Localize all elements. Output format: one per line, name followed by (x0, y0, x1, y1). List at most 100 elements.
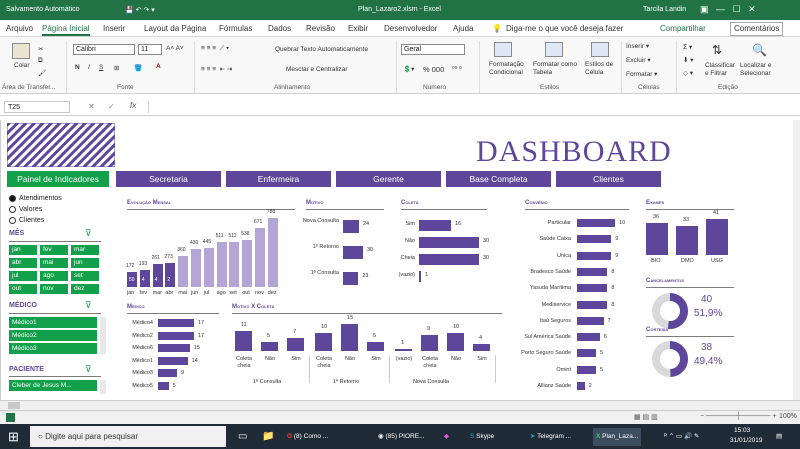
merge-center-button[interactable]: Mesclar e Centralizar (286, 66, 347, 73)
formula-input[interactable] (148, 101, 793, 113)
zoom-slider[interactable]: − ──────┼────── + (700, 413, 777, 420)
paciente-slicer-scrollbar[interactable] (100, 380, 106, 394)
tab-inserir[interactable]: Inserir (103, 24, 125, 33)
mes-filter-icon[interactable]: ⊽ (85, 228, 92, 239)
font-name-select[interactable]: Calibri (73, 44, 135, 55)
app-icon[interactable]: ◆ (444, 428, 449, 446)
mes-slicer-item[interactable]: fev (40, 245, 68, 255)
tab-formulas[interactable]: Fórmulas (219, 24, 252, 33)
tab-dados[interactable]: Dados (268, 24, 291, 33)
clear-icon[interactable]: ◇ ▾ (683, 69, 693, 77)
tab-ajuda[interactable]: Ajuda (453, 24, 473, 33)
tab-pagina-inicial[interactable]: Página Inicial (42, 24, 90, 36)
user-name[interactable]: Tarcila Landin (643, 6, 686, 13)
cell-styles-button[interactable]: Estilos de Célula (585, 61, 619, 77)
conditional-format-icon[interactable] (494, 42, 512, 57)
cut-icon[interactable]: ✂ (38, 45, 43, 53)
tab-revisao[interactable]: Revisão (306, 24, 335, 33)
vertical-scrollbar[interactable] (793, 120, 800, 400)
fill-icon[interactable]: ⬇ ▾ (683, 56, 694, 64)
fill-color-icon[interactable]: 🪣 (134, 64, 142, 72)
radio-button[interactable] (9, 217, 16, 224)
medico-slicer-scrollbar[interactable] (100, 317, 106, 354)
paciente-slicer-item[interactable]: Cleber de Jesus M... (9, 380, 97, 391)
comments-button[interactable]: Comentários (730, 22, 784, 36)
percent-button[interactable]: % 000 (423, 65, 444, 74)
medico-slicer-item[interactable]: Médico1 (9, 317, 97, 328)
find-select-button[interactable]: Localizar e Selecionar (740, 62, 784, 78)
nav-enfermeira-button[interactable]: Enfermeira (226, 171, 331, 187)
conditional-format-button[interactable]: Formatação Condicional (489, 61, 535, 77)
decimal-icon[interactable]: ⁰⁰ ⁰ (452, 65, 462, 73)
font-grow-icon[interactable]: A˄ A˅ (166, 45, 184, 52)
file-explorer-icon[interactable]: 📁 (262, 428, 274, 446)
taskbar-excel[interactable]: X Plan_Laza... (593, 428, 642, 446)
tab-desenvolvedor[interactable]: Desenvolvedor (384, 24, 437, 33)
format-table-button[interactable]: Formatar como Tabela (533, 61, 583, 77)
align-top-icon[interactable]: ≡ ≡ ≡ ⟋ ▾ (201, 45, 229, 53)
paciente-filter-icon[interactable]: ⊽ (85, 364, 92, 375)
insert-cells-button[interactable]: Inserir ▾ (626, 42, 649, 50)
paste-icon[interactable] (12, 43, 30, 59)
mes-slicer-item[interactable]: jul (9, 271, 37, 281)
cell-styles-icon[interactable] (591, 42, 609, 57)
tab-layout[interactable]: Layout da Página (144, 24, 206, 33)
delete-cells-button[interactable]: Excluir ▾ (626, 56, 651, 64)
radio-button[interactable] (9, 195, 16, 202)
window-controls-icon[interactable]: ▣ — ☐ ✕ (700, 4, 756, 15)
taskbar-search[interactable]: ○ Digite aqui para pesquisar (30, 426, 226, 447)
bold-button[interactable]: N (75, 64, 80, 71)
format-cells-button[interactable]: Formatar ▾ (626, 70, 657, 78)
medico-slicer-item[interactable]: Médico2 (9, 330, 97, 341)
sort-filter-button[interactable]: Classificar e Filtrar (705, 62, 739, 78)
paste-label[interactable]: Colar (14, 62, 30, 69)
autosum-icon[interactable]: Σ ▾ (683, 43, 692, 51)
tab-arquivo[interactable]: Arquivo (6, 24, 33, 33)
currency-icon[interactable]: 💲▾ (403, 65, 414, 73)
zoom-level[interactable]: 100% (779, 413, 797, 420)
taskbar-telegram[interactable]: ➤ Telegram ... (530, 428, 571, 446)
mes-slicer-item[interactable]: out (9, 284, 37, 294)
format-table-icon[interactable] (545, 42, 563, 57)
format-painter-icon[interactable]: 🖌 (38, 69, 46, 77)
tray-icons[interactable]: ᴿ ⌃ ▭ 🔊 ✎ (664, 428, 699, 446)
mes-slicer-item[interactable]: abr (9, 258, 37, 268)
tell-me-input[interactable]: Diga-me o que você deseja fazer (506, 24, 623, 33)
mes-slicer-item[interactable]: nov (40, 284, 68, 294)
medico-filter-icon[interactable]: ⊽ (85, 300, 92, 311)
mes-slicer-item[interactable]: ago (40, 271, 68, 281)
font-size-select[interactable]: 11 (138, 44, 162, 55)
view-normal-icon[interactable]: ▦ ▤ ▥ (634, 413, 658, 421)
autosave-label[interactable]: Salvamento Automático (6, 6, 80, 13)
windows-start-icon[interactable]: ⊞ (8, 428, 19, 446)
mes-slicer-item[interactable]: jun (71, 258, 99, 268)
mes-slicer-item[interactable]: dez (71, 284, 99, 294)
number-format-select[interactable]: Geral (401, 44, 465, 55)
radio-button[interactable] (9, 206, 16, 213)
taskbar-opera[interactable]: O (8) Como ... (287, 428, 328, 446)
borders-icon[interactable]: ⊞ (114, 64, 119, 72)
hscroll-thumb[interactable] (8, 402, 20, 409)
mes-slicer-item[interactable]: set (71, 271, 99, 281)
name-box[interactable]: T25 (4, 101, 70, 113)
nav-clientes-button[interactable]: Clientes (556, 171, 661, 187)
mes-slicer-item[interactable]: jan (9, 245, 37, 255)
underline-button[interactable]: S (99, 64, 103, 71)
italic-button[interactable]: I (88, 64, 90, 71)
font-color-icon[interactable]: A (156, 63, 161, 70)
enter-icon[interactable]: ✓ (108, 102, 115, 111)
wrap-text-button[interactable]: Quebrar Texto Automaticamente (275, 46, 368, 53)
medico-slicer-item[interactable]: Médico3 (9, 343, 97, 354)
nav-secretaria-button[interactable]: Secretaria (116, 171, 221, 187)
align-left-icon[interactable]: ≡ ≡ ≡ ⇤ ⇥ (201, 65, 232, 73)
nav-gerente-button[interactable]: Gerente (336, 171, 441, 187)
cancel-icon[interactable]: ✕ (88, 102, 95, 111)
task-view-icon[interactable]: ▭ (238, 428, 247, 446)
macro-record-icon[interactable] (6, 413, 15, 422)
taskbar-skype[interactable]: S Skype (470, 428, 494, 446)
fx-icon[interactable]: fx (130, 101, 136, 110)
notification-icon[interactable]: ▤ (776, 428, 782, 446)
mes-slicer-item[interactable]: mar (71, 245, 99, 255)
copy-icon[interactable]: ⧉ (38, 57, 43, 65)
nav-base-completa-button[interactable]: Base Completa (446, 171, 551, 187)
